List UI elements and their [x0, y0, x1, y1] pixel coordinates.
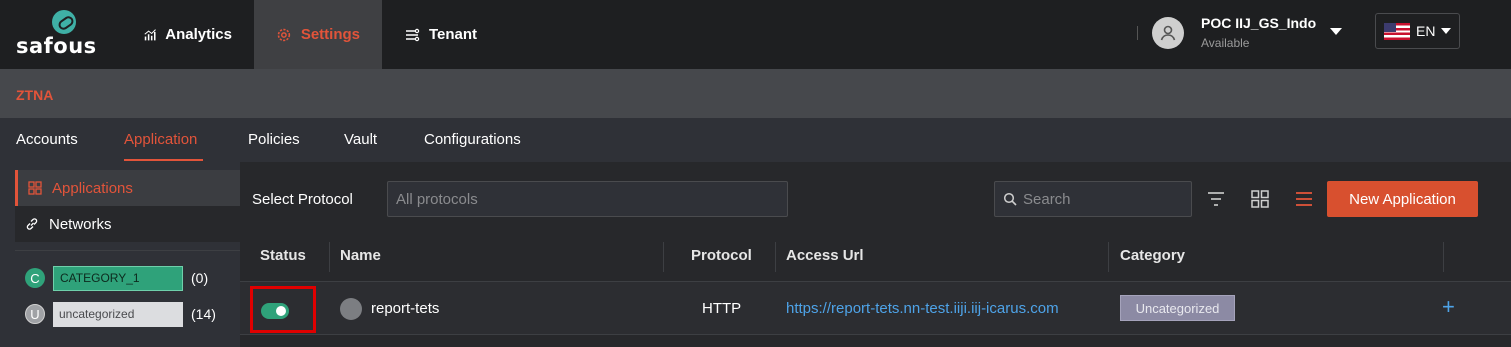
- list-view-icon[interactable]: [1294, 189, 1314, 209]
- safous-logo[interactable]: safous: [16, 10, 112, 58]
- category-avatar: C: [25, 268, 45, 288]
- main-content: Select Protocol All protocols Search New…: [240, 162, 1511, 347]
- new-application-button[interactable]: New Application: [1327, 181, 1478, 217]
- sidebar-item-networks[interactable]: Networks: [15, 206, 240, 242]
- grid-view-icon[interactable]: [1250, 189, 1270, 209]
- user-menu-chevron-down-icon[interactable]: [1330, 28, 1342, 35]
- search-icon: [1003, 192, 1017, 206]
- header-divider: [1137, 26, 1138, 40]
- category-item[interactable]: U uncategorized (14): [25, 301, 216, 327]
- settings-tabs: Accounts Application Policies Vault Conf…: [0, 118, 1511, 162]
- language-selector[interactable]: EN: [1375, 13, 1460, 49]
- app-icon: [340, 298, 362, 320]
- protocol-select[interactable]: All protocols: [387, 181, 788, 217]
- nav-settings[interactable]: Settings: [254, 0, 382, 69]
- section-bar: ZTNA: [0, 69, 1511, 118]
- nav-analytics[interactable]: Analytics: [122, 0, 254, 69]
- sidebar: Applications Networks C CATEGORY_1 (0) U…: [0, 162, 240, 347]
- category-avatar: U: [25, 304, 45, 324]
- app-protocol: HTTP: [702, 300, 742, 317]
- app-name[interactable]: report-tets: [371, 300, 439, 317]
- sidebar-divider: [15, 250, 240, 251]
- analytics-icon: [144, 28, 156, 40]
- sidebar-item-label: Networks: [49, 215, 112, 233]
- column-divider: [1108, 242, 1109, 272]
- category-count: (14): [191, 306, 216, 322]
- user-status: Available: [1201, 36, 1250, 50]
- tab-policies[interactable]: Policies: [248, 131, 300, 148]
- protocol-label: Select Protocol: [252, 191, 353, 208]
- column-divider: [1443, 242, 1444, 272]
- column-header-protocol[interactable]: Protocol: [691, 247, 752, 264]
- logo-text: safous: [16, 34, 97, 58]
- tab-accounts[interactable]: Accounts: [16, 131, 78, 148]
- table-row[interactable]: report-tets HTTP https://report-tets.nn-…: [240, 282, 1511, 335]
- column-divider: [329, 242, 330, 272]
- active-tab-indicator: [124, 159, 203, 161]
- language-chevron-down-icon: [1441, 28, 1452, 34]
- expand-plus-icon[interactable]: +: [1442, 294, 1455, 320]
- column-header-category[interactable]: Category: [1120, 247, 1185, 264]
- column-divider: [775, 242, 776, 272]
- sidebar-item-label: Applications: [52, 179, 133, 197]
- nav-tenant[interactable]: Tenant: [382, 0, 502, 69]
- nav-analytics-label: Analytics: [165, 26, 232, 43]
- tab-configurations[interactable]: Configurations: [424, 131, 521, 148]
- category-count: (0): [191, 270, 209, 286]
- nav-tenant-label: Tenant: [429, 26, 478, 43]
- status-toggle[interactable]: [261, 303, 289, 319]
- user-avatar[interactable]: [1152, 17, 1184, 49]
- link-icon: [26, 218, 38, 230]
- category-tag: Uncategorized: [1120, 295, 1235, 321]
- tab-vault[interactable]: Vault: [344, 131, 377, 148]
- table-header: Status Name Protocol Access Url Category: [240, 232, 1511, 282]
- category-name[interactable]: CATEGORY_1: [53, 265, 183, 291]
- column-divider: [663, 242, 664, 272]
- sidebar-item-applications[interactable]: Applications: [15, 170, 240, 206]
- logo-mark-icon: [52, 10, 76, 34]
- tab-application[interactable]: Application: [124, 131, 197, 148]
- search-placeholder: Search: [1023, 190, 1071, 208]
- column-header-name[interactable]: Name: [340, 247, 381, 264]
- toggle-knob: [276, 306, 286, 316]
- filter-icon[interactable]: [1206, 189, 1226, 209]
- grid-icon: [28, 181, 42, 195]
- tenant-icon: [406, 28, 420, 41]
- section-title: ZTNA: [16, 87, 54, 103]
- category-name[interactable]: uncategorized: [53, 301, 183, 327]
- us-flag-icon: [1384, 22, 1410, 40]
- user-name[interactable]: POC IIJ_GS_Indo: [1201, 15, 1316, 31]
- user-icon: [1160, 25, 1176, 41]
- top-navigation-bar: safous Analytics Settings Tenant POC IIJ…: [0, 0, 1511, 69]
- column-header-status[interactable]: Status: [260, 247, 306, 264]
- gear-icon: [277, 28, 291, 41]
- nav-settings-label: Settings: [300, 26, 360, 43]
- category-item[interactable]: C CATEGORY_1 (0): [25, 265, 208, 291]
- column-header-access-url[interactable]: Access Url: [786, 247, 864, 264]
- app-access-url-link[interactable]: https://report-tets.nn-test.iiji.iij-ica…: [786, 300, 1059, 317]
- search-input[interactable]: Search: [994, 181, 1192, 217]
- language-code: EN: [1416, 23, 1436, 39]
